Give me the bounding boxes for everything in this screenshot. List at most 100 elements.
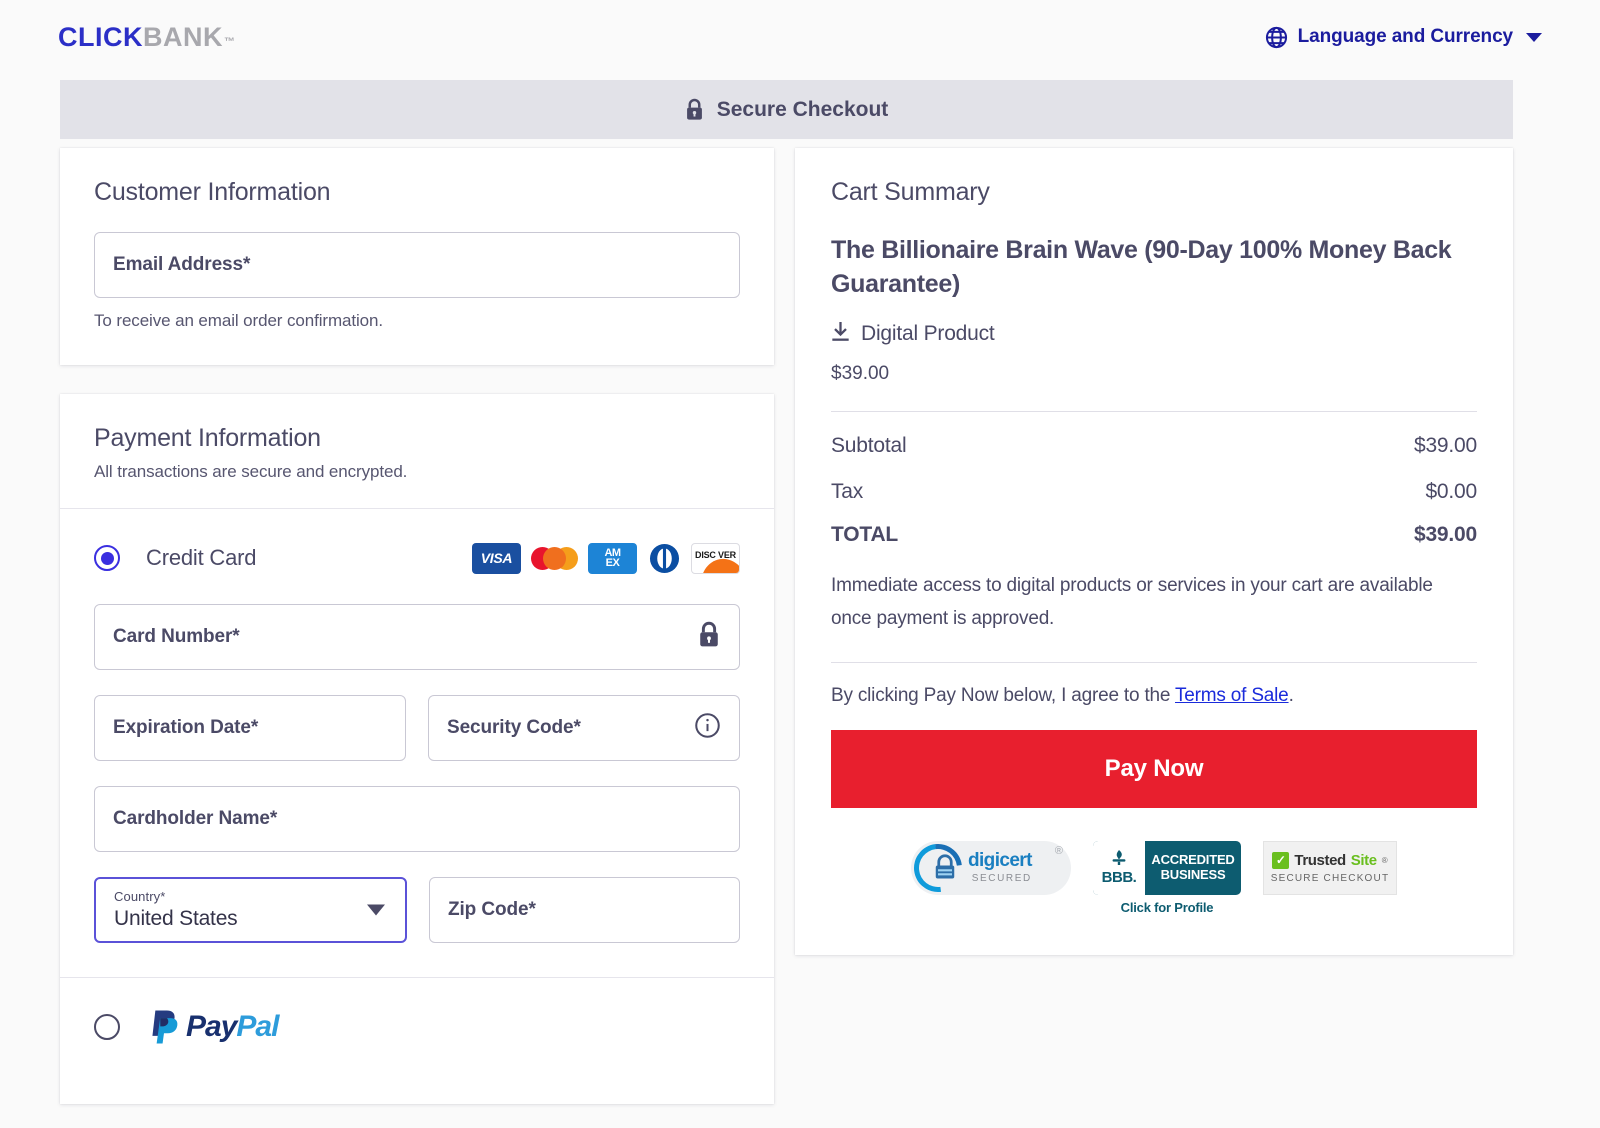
digicert-registered-mark: ® [1054,844,1063,857]
expiry-security-row: Expiration Date* Security Code* [94,670,740,761]
tax-label: Tax [831,480,864,503]
total-row: TOTAL $39.00 [831,523,1477,547]
payment-information-subtitle: All transactions are secure and encrypte… [94,462,408,481]
payment-information-title: Payment Information [94,424,321,452]
security-code-field[interactable]: Security Code* [428,695,740,761]
paypal-mark-icon [152,1010,178,1044]
amex-text-block: AM EX [604,548,621,569]
discover-icon: DISC VER [691,542,740,574]
language-currency-selector[interactable]: Language and Currency [1264,25,1542,50]
bbb-badge[interactable]: BBB. ACCREDITED BUSINESS [1093,840,1241,895]
customer-information-card: Customer Information Email Address* To r… [60,148,774,365]
bbb-torch-icon [1112,850,1126,865]
logo-bank-text: BANK [143,21,223,52]
trustedsite-subtext: SECURE CHECKOUT [1270,872,1390,884]
country-select-value: United States [114,907,238,930]
zip-code-placeholder: Zip Code* [448,899,536,920]
lock-icon [685,98,704,121]
payment-information-header: Payment Information All transactions are… [60,394,774,509]
digicert-name: digicert [968,850,1032,871]
visa-icon: VISA [472,542,521,574]
cardholder-name-field[interactable]: Cardholder Name* [94,786,740,852]
discover-text: DISC VER [695,550,736,560]
paypal-wordmark: PayPal [186,1010,279,1044]
expiration-date-field[interactable]: Expiration Date* [94,695,406,761]
security-code-placeholder: Security Code* [447,717,581,738]
paypal-radio[interactable] [94,1014,120,1040]
tax-row: Tax $0.00 [831,480,1477,504]
chevron-down-icon [1526,32,1542,42]
secure-checkout-label: Secure Checkout [716,97,889,121]
terms-of-sale-link[interactable]: Terms of Sale [1175,685,1289,706]
bbb-letters: BBB. [1101,869,1137,886]
expiration-date-placeholder: Expiration Date* [113,717,259,738]
terms-agreement-line: By clicking Pay Now below, I agree to th… [831,685,1477,707]
radio-dot [100,551,114,565]
country-select-label: Country* [114,889,166,904]
terms-prefix-text: By clicking Pay Now below, I agree to th… [831,684,1175,706]
lock-icon [697,621,721,653]
digicert-lock-icon [930,853,960,883]
paypal-method-row[interactable]: PayPal [60,978,774,1104]
trustedsite-badge[interactable]: ✓ Trusted Site ® SECURE CHECKOUT [1263,840,1397,895]
download-icon [831,321,850,347]
logo-trademark: ™ [224,35,236,48]
subtotal-label: Subtotal [831,434,907,457]
language-currency-label: Language and Currency [1297,26,1513,47]
bbb-logo-side: BBB. [1093,840,1145,895]
credit-card-radio[interactable] [94,545,120,571]
subtotal-row: Subtotal $39.00 [831,434,1477,458]
checkout-page: CLICK BANK ™ Language and Currency Secur… [0,0,1600,1128]
trustedsite-site-text: Site [1350,851,1377,869]
terms-suffix-text: . [1288,684,1294,706]
mastercard-icon [530,542,579,574]
subtotal-value: $39.00 [1413,434,1477,457]
clickbank-logo[interactable]: CLICK BANK ™ [58,22,236,53]
divider-2 [831,661,1477,663]
check-icon: ✓ [1272,851,1290,869]
country-select[interactable]: Country* United States [94,877,407,943]
chevron-down-icon[interactable] [367,904,385,916]
trustedsite-trusted-text: Trusted [1294,851,1346,869]
cart-summary-column: Cart Summary The Billionaire Brain Wave … [795,148,1513,955]
total-value: $39.00 [1413,523,1477,546]
card-number-placeholder: Card Number* [113,626,240,647]
tax-value: $0.00 [1425,480,1477,503]
amex-icon: AM EX [588,542,637,574]
logo-click-text: CLICK [58,21,143,52]
bbb-text-side: ACCREDITED BUSINESS [1145,841,1241,895]
credit-card-method-row[interactable]: Credit Card VISA AM EX DISC VER [94,537,740,579]
mastercard-overlap [543,546,566,570]
card-number-field[interactable]: Card Number* [94,604,740,670]
credit-card-section: Credit Card VISA AM EX DISC VER Card Num… [60,509,774,978]
digicert-wordmark: digicert SECURED [968,851,1032,884]
trustedsite-wordmark: ✓ Trusted Site ® [1272,851,1388,869]
email-field[interactable]: Email Address* [94,232,740,298]
paypal-pay-text: Pay [186,1010,237,1043]
paypal-logo: PayPal [146,1008,279,1046]
bbb-click-for-profile-link[interactable]: Click for Profile [1121,900,1214,915]
bbb-accredited-text: ACCREDITED [1151,851,1235,867]
checkout-form-column: Customer Information Email Address* To r… [60,148,774,1104]
total-label: TOTAL [831,523,899,546]
cardholder-name-placeholder: Cardholder Name* [113,808,278,829]
digicert-subtext: SECURED [971,873,1032,884]
secure-checkout-bar: Secure Checkout [60,80,1513,139]
zip-code-field[interactable]: Zip Code* [429,877,740,943]
access-note: Immediate access to digital products or … [831,575,1433,630]
digicert-badge[interactable]: digicert SECURED ® [904,833,1071,902]
email-helper-text: To receive an email order confirmation. [94,311,384,330]
country-zip-row: Country* United States Zip Code* [94,852,740,943]
email-field-placeholder: Email Address* [113,254,251,275]
amex-line2: EX [605,557,620,569]
paypal-pal-text: Pal [236,1010,279,1043]
info-icon[interactable] [694,712,721,744]
card-brand-logos: VISA AM EX DISC VER [472,542,740,574]
product-name: The Billionaire Brain Wave (90-Day 100% … [831,236,1452,298]
cart-summary-title: Cart Summary [831,178,990,206]
customer-information-title: Customer Information [94,178,331,206]
diners-club-icon [646,542,682,574]
pay-now-button[interactable]: Pay Now [831,729,1477,808]
delivery-type-label: Digital Product [861,322,995,345]
trustedsite-registered-mark: ® [1381,855,1388,865]
